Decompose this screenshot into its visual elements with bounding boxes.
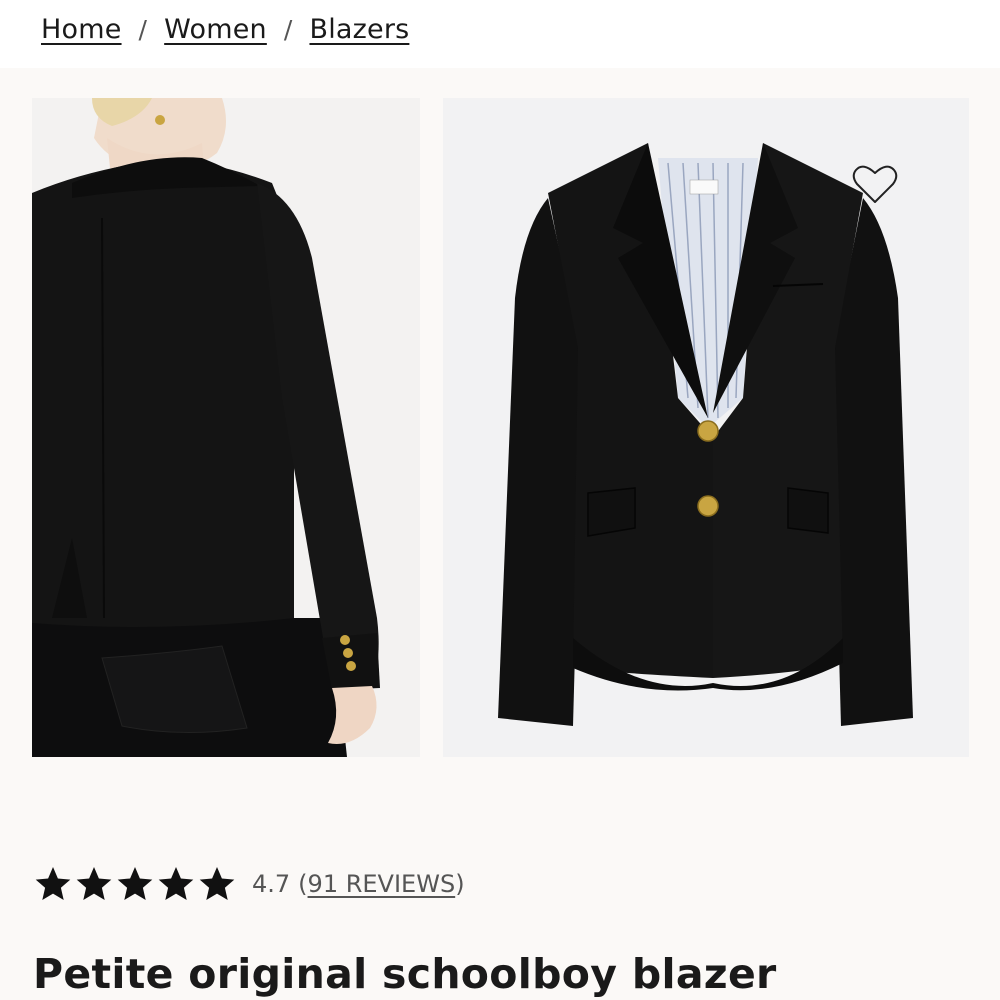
wishlist-heart-button[interactable] bbox=[851, 162, 899, 206]
star-icon bbox=[156, 864, 196, 904]
star-icon bbox=[33, 864, 73, 904]
star-icon bbox=[197, 864, 237, 904]
breadcrumb-separator: / bbox=[283, 15, 293, 44]
breadcrumb-women[interactable]: Women bbox=[164, 14, 267, 45]
rating-value: 4.7 bbox=[252, 870, 291, 898]
product-title: Petite original schoolboy blazer bbox=[33, 950, 777, 998]
back-view-illustration bbox=[32, 98, 420, 757]
breadcrumb-separator: / bbox=[138, 15, 148, 44]
breadcrumb: Home / Women / Blazers bbox=[41, 14, 409, 45]
product-image-front[interactable] bbox=[443, 98, 969, 757]
reviews-count: 91 REVIEWS bbox=[307, 870, 456, 898]
product-image-back[interactable] bbox=[32, 98, 420, 757]
breadcrumb-home[interactable]: Home bbox=[41, 14, 122, 45]
product-rating: 4.7 (91 REVIEWS) bbox=[33, 864, 465, 904]
breadcrumb-bar: Home / Women / Blazers bbox=[0, 0, 1000, 68]
star-icon bbox=[74, 864, 114, 904]
star-rating bbox=[33, 864, 238, 904]
reviews-link[interactable]: (91 REVIEWS) bbox=[298, 870, 464, 898]
product-gallery bbox=[0, 68, 1000, 788]
breadcrumb-blazers[interactable]: Blazers bbox=[309, 14, 409, 45]
heart-outline-icon bbox=[852, 165, 898, 203]
star-icon bbox=[115, 864, 155, 904]
